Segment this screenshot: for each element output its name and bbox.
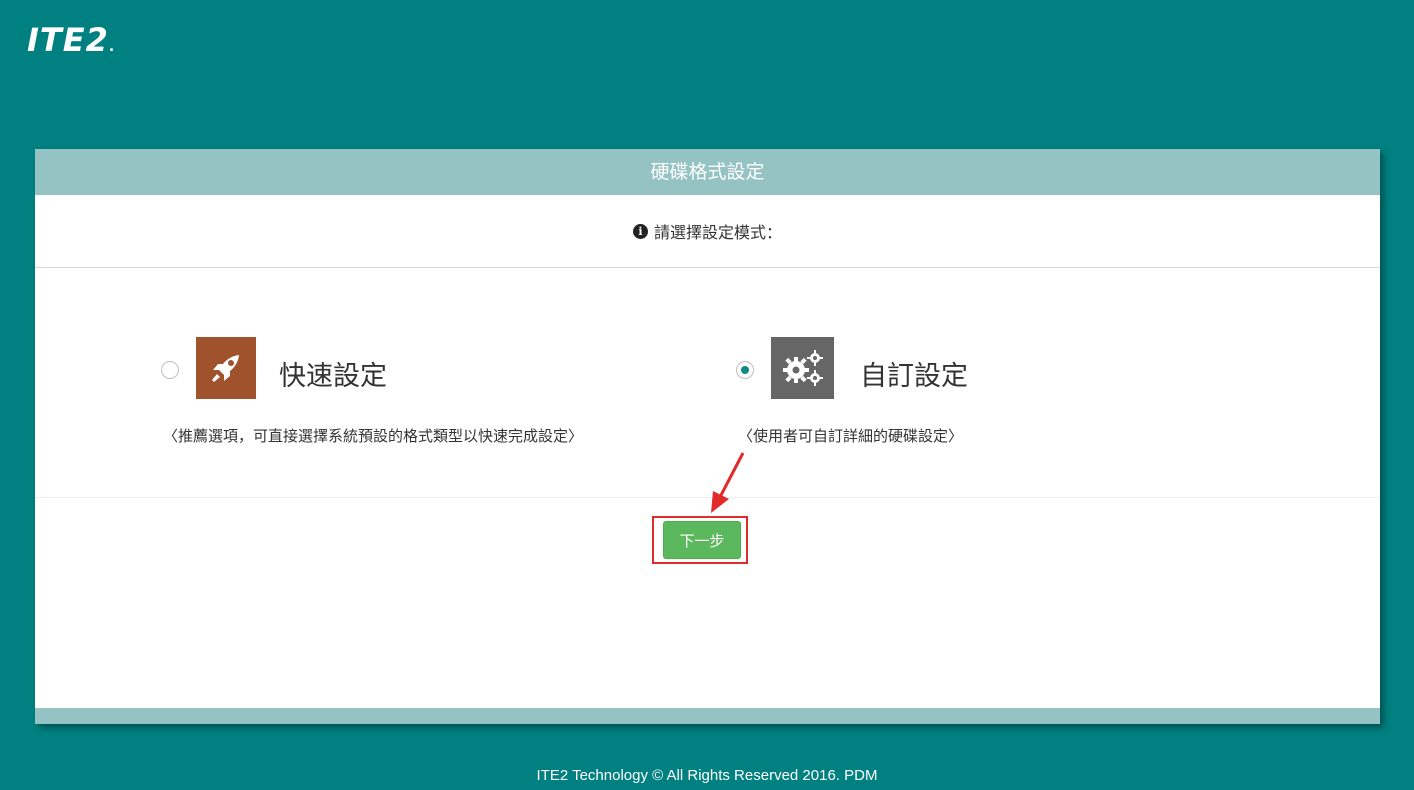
- panel-footer-bar: [35, 708, 1380, 724]
- next-button[interactable]: 下一步: [663, 521, 741, 559]
- copyright-text: ITE2 Technology © All Rights Reserved 20…: [536, 767, 878, 784]
- ite2-logo: ITE2.: [27, 20, 115, 67]
- custom-setup-title: 自訂設定: [860, 361, 968, 392]
- gears-icon: [771, 337, 834, 399]
- quick-setup-radio[interactable]: [161, 361, 179, 379]
- panel-title: 硬碟格式設定: [35, 149, 1380, 195]
- logo-dot: .: [108, 39, 116, 55]
- prompt-text: 請選擇設定模式：: [653, 223, 782, 242]
- logo-text: ITE2: [27, 21, 109, 59]
- red-arrow-annotation: [711, 452, 745, 513]
- quick-setup-description: 〈推薦選項，可直接選擇系統預設的格式類型以快速完成設定〉: [163, 427, 584, 445]
- custom-setup-description: 〈使用者可自訂詳細的硬碟設定〉: [738, 427, 964, 445]
- custom-setup-radio[interactable]: [736, 361, 754, 379]
- next-button-highlight: 下一步: [652, 516, 748, 564]
- rocket-icon: [196, 337, 256, 399]
- info-icon: i: [632, 223, 648, 239]
- mode-prompt: i 請選擇設定模式：: [35, 195, 1380, 268]
- disk-format-panel: 硬碟格式設定 i 請選擇設定模式： 快速設定 〈推薦選項，可直接選擇系統預設的格…: [35, 149, 1380, 724]
- quick-setup-title: 快速設定: [279, 361, 387, 392]
